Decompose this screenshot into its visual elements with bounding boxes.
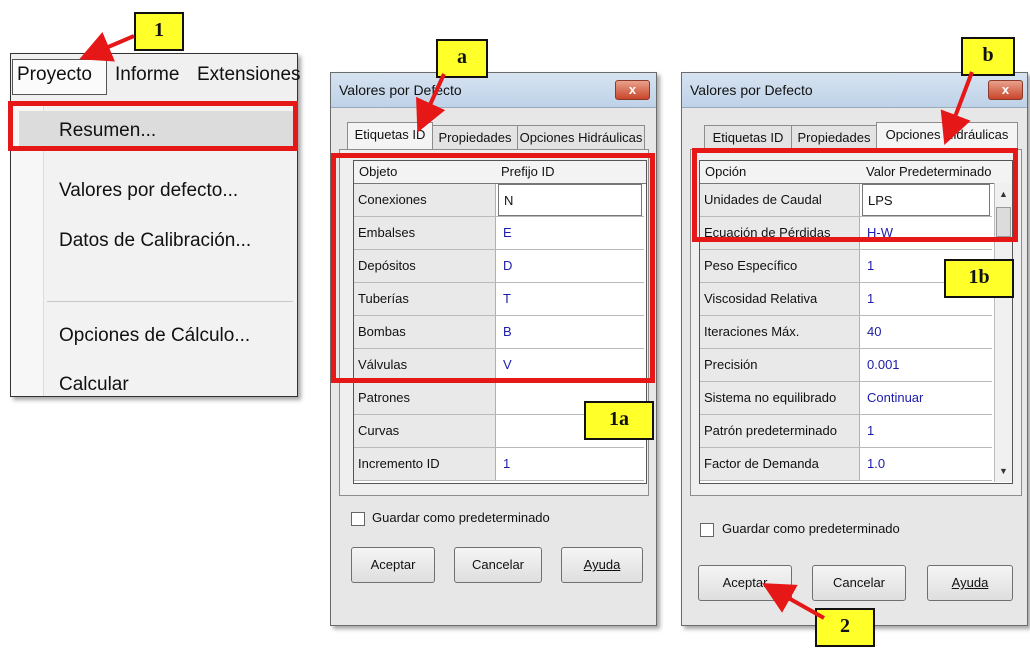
arrow-1 <box>79 32 135 62</box>
arrow-b <box>940 71 974 145</box>
arrow-2 <box>762 583 825 620</box>
annotation-arrows <box>79 32 974 620</box>
arrow-a <box>416 73 446 133</box>
